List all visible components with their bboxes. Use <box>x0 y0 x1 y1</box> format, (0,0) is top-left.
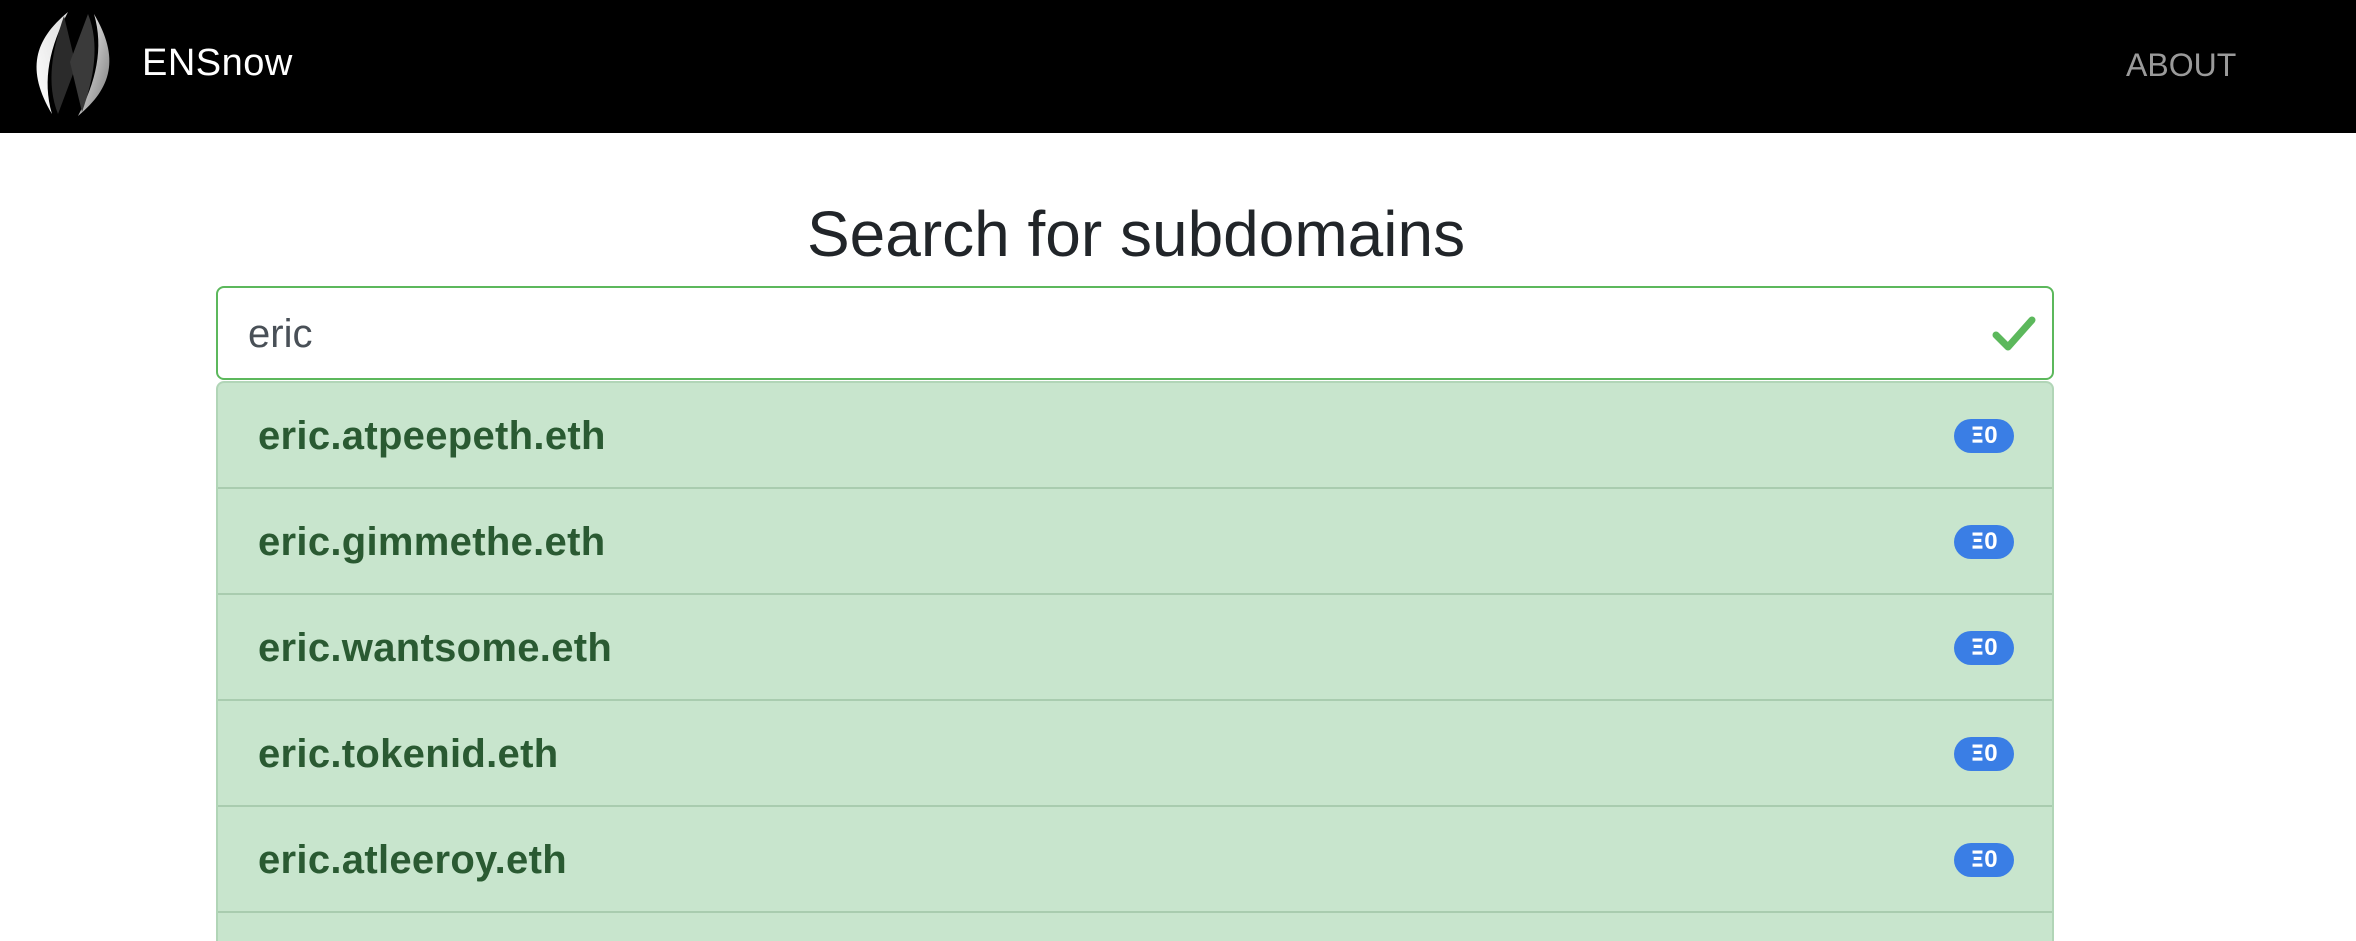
price-badge: Ξ0 <box>1954 419 2014 453</box>
price-value: 0 <box>1984 422 1998 449</box>
result-name: eric.gimmethe.eth <box>258 520 606 564</box>
price-badge: Ξ0 <box>1954 843 2014 877</box>
search-input[interactable] <box>248 306 1948 362</box>
page-title: Search for subdomains <box>806 198 1466 270</box>
result-item[interactable]: eric.atpeepeth.eth Ξ0 <box>218 383 2052 489</box>
price-badge: Ξ0 <box>1954 631 2014 665</box>
eth-icon: Ξ <box>1970 530 1985 555</box>
result-name: eric.atpeepeth.eth <box>258 414 606 458</box>
result-name: eric.atleeroy.eth <box>258 838 567 882</box>
result-item[interactable]: eric.gimmethe.eth Ξ0 <box>218 489 2052 595</box>
price-value: 0 <box>1984 740 1998 767</box>
result-name: eric.wantsome.eth <box>258 626 613 670</box>
navbar: ENSnow ABOUT <box>0 0 2356 133</box>
result-name: eric.tokenid.eth <box>258 732 559 776</box>
search-box <box>216 286 2054 380</box>
price-badge: Ξ0 <box>1954 737 2014 771</box>
about-link[interactable]: ABOUT <box>2126 44 2236 86</box>
price-value: 0 <box>1984 528 1998 555</box>
eth-icon: Ξ <box>1970 742 1985 767</box>
eth-icon: Ξ <box>1970 848 1985 873</box>
results-list: eric.atpeepeth.eth Ξ0 eric.gimmethe.eth … <box>216 381 2054 941</box>
eth-icon: Ξ <box>1970 636 1985 661</box>
price-badge: Ξ0 <box>1954 525 2014 559</box>
price-value: 0 <box>1984 634 1998 661</box>
brand-name[interactable]: ENSnow <box>142 38 293 88</box>
ens-logo-icon[interactable] <box>24 10 122 118</box>
result-item[interactable]: eric.atleeroy.eth Ξ0 <box>218 807 2052 913</box>
check-icon <box>1992 316 2036 351</box>
result-item[interactable]: eric.tokenid.eth Ξ0 <box>218 701 2052 807</box>
price-value: 0 <box>1984 846 1998 873</box>
result-item[interactable]: eric.wantsome.eth Ξ0 <box>218 595 2052 701</box>
eth-icon: Ξ <box>1970 424 1985 449</box>
